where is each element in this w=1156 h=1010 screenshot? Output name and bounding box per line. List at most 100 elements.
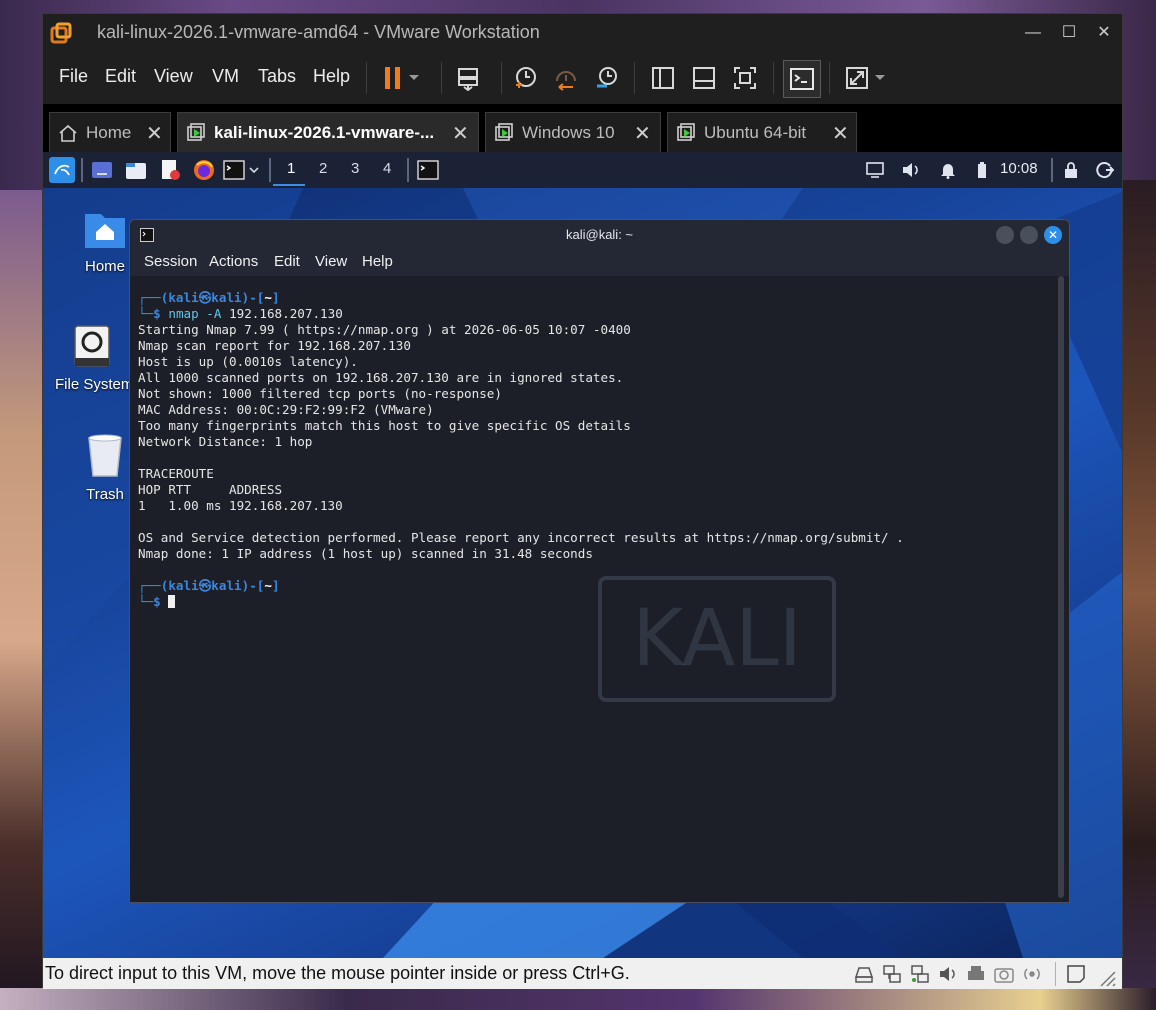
thumbnail-view-icon[interactable] (688, 62, 720, 94)
show-desktop-icon[interactable] (90, 158, 114, 182)
terminal-title: kali@kali: ~ (565, 227, 634, 242)
maximize-button[interactable]: ☐ (1054, 18, 1084, 48)
battery-icon[interactable] (970, 158, 994, 182)
network-adapter-icon[interactable] (881, 963, 903, 985)
workspace-4[interactable]: 4 (383, 160, 391, 177)
terminal-menu-session[interactable]: Session (144, 253, 197, 270)
output-line: MAC Address: 00:0C:29:F2:99:F2 (VMware) (138, 402, 434, 417)
text-editor-icon[interactable] (158, 158, 182, 182)
power-dropdown-icon[interactable] (405, 62, 423, 94)
desktop-icon-file-system[interactable]: File System (55, 324, 129, 393)
tab-close-button[interactable]: ✕ (452, 121, 469, 146)
tab-home[interactable]: Home ✕ (49, 112, 171, 152)
send-ctrl-alt-del-icon[interactable] (452, 62, 484, 94)
vm-icon (495, 123, 513, 141)
home-folder-icon (85, 214, 125, 248)
title-bar: kali-linux-2026.1-vmware-amd64 - VMware … (43, 14, 1122, 52)
panel-separator (81, 158, 83, 182)
minimize-button[interactable]: — (1018, 18, 1048, 48)
output-line: Nmap scan report for 192.168.207.130 (138, 338, 411, 353)
input-line[interactable]: └─$ (138, 594, 176, 609)
vm-display[interactable]: 1 2 3 4 10:08 Home File System Trash kal… (43, 152, 1122, 958)
workspace-3[interactable]: 3 (351, 160, 359, 177)
usb-device-icon[interactable] (909, 963, 931, 985)
logout-icon[interactable] (1093, 158, 1117, 182)
tab-close-button[interactable]: ✕ (634, 121, 651, 146)
menu-tabs[interactable]: Tabs (258, 66, 296, 87)
display-icon[interactable] (863, 158, 887, 182)
prompt-line: ┌──(kali㉿kali)-[~] (138, 290, 280, 305)
notifications-icon[interactable] (936, 158, 960, 182)
tab-close-button[interactable]: ✕ (146, 121, 163, 146)
workspace-2[interactable]: 2 (319, 160, 327, 177)
workspace-1[interactable]: 1 (287, 160, 295, 177)
vm-icon (677, 123, 695, 141)
tab-label: kali-linux-2026.1-vmware-... (214, 123, 435, 142)
terminal-minimize-button[interactable] (996, 226, 1014, 244)
firefox-icon[interactable] (192, 158, 216, 182)
terminal-scrollbar[interactable] (1058, 276, 1064, 898)
menu-help[interactable]: Help (313, 66, 350, 87)
toolbar-separator (441, 62, 442, 94)
terminal-app-icon (140, 228, 154, 242)
panel-clock[interactable]: 10:08 (1000, 160, 1038, 177)
tab-windows-10[interactable]: Windows 10 ✕ (485, 112, 661, 152)
terminal-window[interactable]: kali@kali: ~ ✕ Session Actions Edit View… (129, 219, 1070, 903)
tab-close-button[interactable]: ✕ (832, 121, 849, 146)
message-log-icon[interactable] (1065, 963, 1087, 985)
tab-ubuntu-64-bit[interactable]: Ubuntu 64-bit ✕ (667, 112, 857, 152)
terminal-maximize-button[interactable] (1020, 226, 1038, 244)
terminal-menu-edit[interactable]: Edit (274, 253, 300, 270)
panel-separator (269, 158, 271, 182)
output-line: Starting Nmap 7.99 ( https://nmap.org ) … (138, 322, 631, 337)
snapshot-manager-icon[interactable] (591, 62, 623, 94)
menu-view[interactable]: View (154, 66, 193, 87)
background-bottom (0, 988, 1156, 1010)
menu-toolbar: File Edit View VM Tabs Help (43, 52, 1122, 104)
tab-kali-linux[interactable]: kali-linux-2026.1-vmware-... ✕ (177, 112, 479, 152)
window-title: kali-linux-2026.1-vmware-amd64 - VMware … (97, 22, 540, 42)
camera-icon[interactable] (993, 963, 1015, 985)
kali-menu-icon[interactable] (49, 157, 75, 183)
volume-icon[interactable] (899, 158, 923, 182)
output-line: 1 1.00 ms 192.168.207.130 (138, 498, 343, 513)
console-view-icon[interactable] (783, 60, 821, 98)
terminal-title-bar[interactable]: kali@kali: ~ ✕ (130, 220, 1069, 250)
terminal-menu-actions[interactable]: Actions (209, 253, 258, 270)
home-icon (59, 124, 77, 142)
prompt-line: ┌──(kali㉿kali)-[~] (138, 578, 280, 593)
background-left (0, 190, 44, 1010)
output-line: Too many fingerprints match this host to… (138, 418, 631, 433)
vmware-logo-icon (50, 22, 72, 44)
terminal-menu-help[interactable]: Help (362, 253, 393, 270)
terminal-close-button[interactable]: ✕ (1044, 226, 1062, 244)
sound-card-icon[interactable] (937, 963, 959, 985)
file-manager-icon[interactable] (124, 158, 148, 182)
stretch-dropdown-icon[interactable] (871, 62, 889, 94)
close-window-button[interactable]: ✕ (1089, 18, 1119, 48)
menu-edit[interactable]: Edit (105, 66, 136, 87)
terminal-output-area[interactable]: KALI ┌──(kali㉿kali)-[~] └─$ nmap -A 192.… (130, 276, 1069, 902)
command-line: └─$ nmap -A 192.168.207.130 (138, 306, 343, 321)
taskbar-terminal-icon[interactable] (416, 158, 440, 182)
terminal-menu-view[interactable]: View (315, 253, 347, 270)
snapshot-take-icon[interactable] (509, 62, 541, 94)
toolbar-separator (366, 62, 367, 94)
tab-label: Windows 10 (522, 123, 615, 142)
hard-disk-icon[interactable] (853, 963, 875, 985)
printer-icon[interactable] (965, 963, 987, 985)
resize-grip-icon[interactable] (1095, 966, 1117, 988)
terminal-launcher-icon[interactable] (222, 158, 246, 182)
tab-label: Home (86, 123, 132, 142)
fullscreen-icon[interactable] (729, 62, 761, 94)
stretch-icon[interactable] (841, 62, 873, 94)
menu-vm[interactable]: VM (212, 66, 239, 87)
menu-file[interactable]: File (59, 66, 88, 87)
snapshot-revert-icon[interactable] (550, 62, 582, 94)
wireless-icon[interactable] (1021, 963, 1043, 985)
panel-separator (407, 158, 409, 182)
lock-screen-icon[interactable] (1059, 158, 1083, 182)
output-line: TRACEROUTE (138, 466, 214, 481)
library-view-icon[interactable] (647, 62, 679, 94)
launcher-dropdown-icon[interactable] (247, 158, 261, 182)
